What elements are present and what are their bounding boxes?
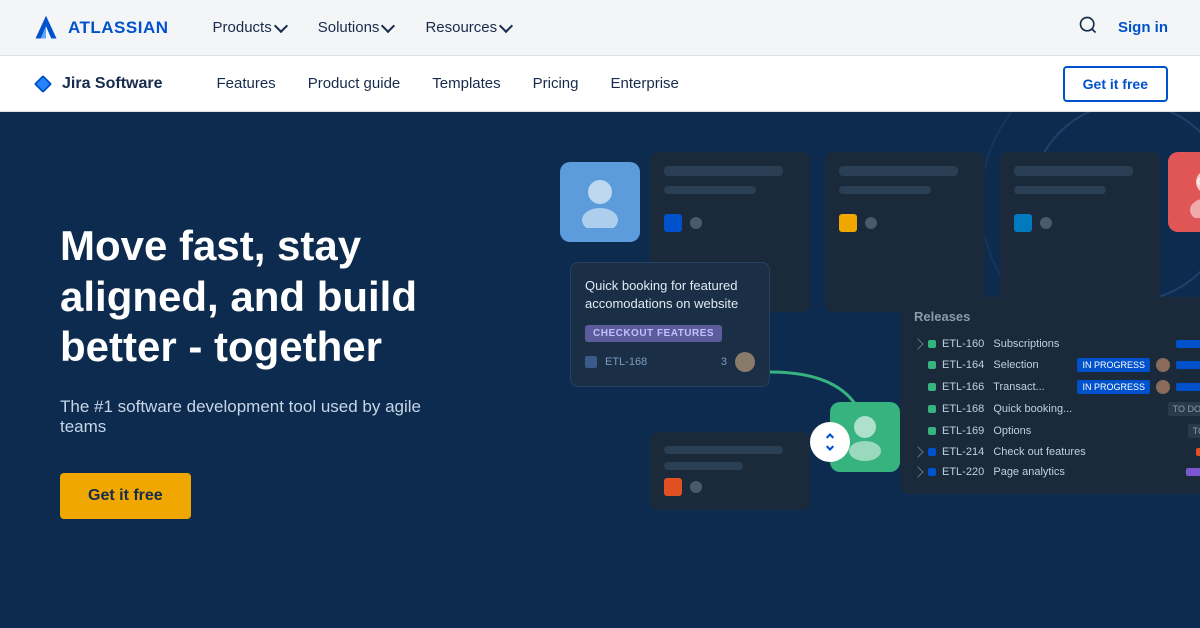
bottom-kanban-card xyxy=(650,432,810,510)
release-dot xyxy=(928,468,936,476)
sub-nav-features[interactable]: Features xyxy=(202,67,289,100)
release-dot xyxy=(928,448,936,456)
releases-panel: Releases ETL-160 Subscriptions ETL-164 S… xyxy=(900,297,1200,494)
card-dots xyxy=(664,478,796,496)
search-button[interactable] xyxy=(1078,15,1098,40)
status-dot-blue xyxy=(664,214,682,232)
release-dot xyxy=(928,340,936,348)
hero-section: Move fast, stay aligned, and build bette… xyxy=(0,112,1200,628)
todo-badge: TO DO xyxy=(1168,402,1200,416)
feature-card-title: Quick booking for featured accomodations… xyxy=(585,277,755,313)
sub-nav-get-it-free-button[interactable]: Get it free xyxy=(1063,66,1168,102)
top-nav-right: Sign in xyxy=(1078,15,1168,40)
chevron-down-icon xyxy=(499,19,513,33)
release-bar xyxy=(1196,448,1200,456)
sub-nav-product-guide[interactable]: Product guide xyxy=(294,67,415,100)
release-item: ETL-214 Check out features xyxy=(914,442,1200,462)
release-dot xyxy=(928,405,936,413)
top-nav-links: Products Solutions Resources xyxy=(201,11,1078,44)
hero-content: Move fast, stay aligned, and build bette… xyxy=(0,112,520,628)
status-dot-yellow xyxy=(839,214,857,232)
sub-nav-enterprise[interactable]: Enterprise xyxy=(597,67,693,100)
release-avatar xyxy=(1156,380,1170,394)
card-line xyxy=(1014,166,1133,176)
hero-get-it-free-button[interactable]: Get it free xyxy=(60,473,191,519)
jira-diamond-icon xyxy=(32,73,54,95)
release-item: ETL-166 Transact... IN PROGRESS xyxy=(914,376,1200,398)
card-line xyxy=(1014,186,1106,194)
sub-nav-templates[interactable]: Templates xyxy=(418,67,514,100)
feature-card-footer: ETL-168 3 xyxy=(585,352,755,372)
chevron-icon xyxy=(912,466,923,477)
release-bar xyxy=(1176,361,1200,369)
feature-card: Quick booking for featured accomodations… xyxy=(570,262,770,387)
avatar-red-icon xyxy=(1184,166,1200,218)
circle-arrow-icon xyxy=(810,422,850,462)
kanban-column-2 xyxy=(825,152,985,312)
release-item: ETL-168 Quick booking... TO DO xyxy=(914,398,1200,420)
avatar-card-blue xyxy=(560,162,640,242)
etl-icon xyxy=(585,356,597,368)
card-dots xyxy=(839,214,971,232)
atlassian-logo[interactable]: ATLASSIAN xyxy=(32,14,169,42)
chevron-down-icon xyxy=(274,19,288,33)
sub-nav-links: Features Product guide Templates Pricing… xyxy=(202,67,1062,100)
release-avatar xyxy=(1156,358,1170,372)
jira-logo[interactable]: Jira Software xyxy=(32,73,162,95)
status-dot-blue2 xyxy=(1014,214,1032,232)
nav-products[interactable]: Products xyxy=(201,11,298,44)
chevron-icon xyxy=(912,446,923,457)
status-dot-orange xyxy=(664,478,682,496)
status-dot-gray xyxy=(690,481,702,493)
card-dots xyxy=(1014,214,1146,232)
atlassian-logo-text: ATLASSIAN xyxy=(68,18,169,38)
card-line xyxy=(664,462,743,470)
atlassian-logo-icon xyxy=(32,14,60,42)
todo-badge: TO DO xyxy=(1188,424,1200,438)
card-dots xyxy=(664,214,796,232)
release-item: ETL-164 Selection IN PROGRESS xyxy=(914,354,1200,376)
etl-count: 3 xyxy=(721,356,727,368)
in-progress-badge: IN PROGRESS xyxy=(1077,380,1150,394)
etl-id: ETL-168 xyxy=(605,356,647,368)
release-bar xyxy=(1176,383,1200,391)
card-line xyxy=(664,166,783,176)
status-dot-gray xyxy=(690,217,702,229)
chevron-down-icon xyxy=(381,19,395,33)
releases-title: Releases xyxy=(914,309,1200,324)
etl-avatar xyxy=(735,352,755,372)
release-bar xyxy=(1176,340,1200,348)
nav-resources[interactable]: Resources xyxy=(413,11,523,44)
release-item: ETL-160 Subscriptions xyxy=(914,334,1200,354)
sub-nav-right: Get it free xyxy=(1063,66,1168,102)
avatar-card-red xyxy=(1168,152,1200,232)
card-line xyxy=(664,186,756,194)
hero-illustration: Quick booking for featured accomodations… xyxy=(520,132,1200,628)
top-navigation: ATLASSIAN Products Solutions Resources S… xyxy=(0,0,1200,56)
sub-navigation: Jira Software Features Product guide Tem… xyxy=(0,56,1200,112)
nav-solutions[interactable]: Solutions xyxy=(306,11,406,44)
sub-nav-pricing[interactable]: Pricing xyxy=(519,67,593,100)
arrow-icon xyxy=(820,432,840,452)
feature-card-badge: CHECKOUT FEATURES xyxy=(585,325,722,342)
chevron-icon xyxy=(912,338,923,349)
card-line xyxy=(839,166,958,176)
status-dot-gray xyxy=(865,217,877,229)
release-dot xyxy=(928,427,936,435)
release-bar xyxy=(1186,468,1200,476)
in-progress-badge: IN PROGRESS xyxy=(1077,358,1150,372)
release-dot xyxy=(928,361,936,369)
release-item: ETL-220 Page analytics xyxy=(914,462,1200,482)
status-dot-gray xyxy=(1040,217,1052,229)
release-item: ETL-169 Options TO DO xyxy=(914,420,1200,442)
card-line xyxy=(839,186,931,194)
kanban-column-3 xyxy=(1000,152,1160,312)
avatar-silhouette-icon xyxy=(576,176,624,228)
card-line xyxy=(664,446,783,454)
hero-title: Move fast, stay aligned, and build bette… xyxy=(60,221,460,372)
hero-subtitle: The #1 software development tool used by… xyxy=(60,397,460,437)
release-dot xyxy=(928,383,936,391)
jira-logo-text: Jira Software xyxy=(62,75,162,93)
sign-in-button[interactable]: Sign in xyxy=(1118,19,1168,36)
